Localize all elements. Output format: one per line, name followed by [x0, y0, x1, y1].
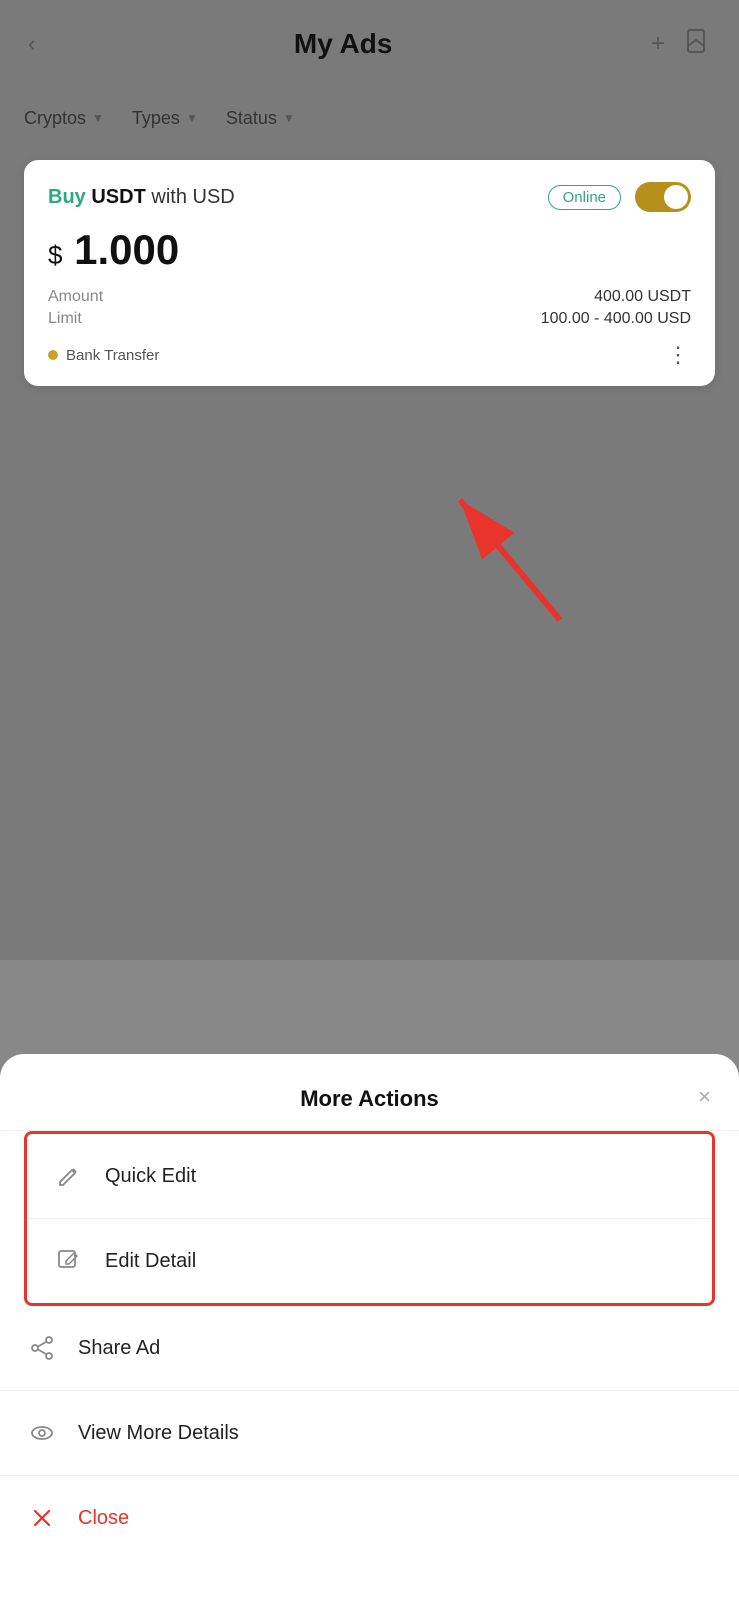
ad-price: $ 1.000	[48, 226, 691, 274]
quick-edit-label: Quick Edit	[105, 1165, 196, 1188]
share-ad-button[interactable]: Share Ad	[0, 1306, 739, 1391]
page-title: My Ads	[294, 28, 393, 60]
limit-value: 100.00 - 400.00 USD	[541, 310, 691, 328]
price-symbol: $	[48, 240, 62, 270]
close-label: Close	[78, 1507, 129, 1530]
settings-icon[interactable]	[685, 28, 711, 61]
amount-value: 400.00 USDT	[594, 288, 691, 306]
ad-toggle[interactable]	[635, 182, 691, 212]
limit-label: Limit	[48, 310, 82, 328]
ad-card-header: Buy USDT with USD Online	[48, 182, 691, 212]
toggle-knob	[664, 185, 688, 209]
close-sheet-button[interactable]: ×	[698, 1084, 711, 1110]
chevron-down-icon: ▼	[283, 111, 295, 125]
share-ad-label: Share Ad	[78, 1337, 160, 1360]
price-value: 1.000	[74, 226, 179, 273]
ad-title: Buy USDT with USD	[48, 186, 235, 209]
nav-bar: ‹ My Ads +	[0, 0, 739, 88]
ad-footer: Bank Transfer ⋮	[48, 342, 691, 368]
filter-status-label: Status	[226, 108, 277, 129]
ad-card: Buy USDT with USD Online $ 1.000 Amount …	[24, 160, 715, 386]
filter-types[interactable]: Types ▼	[132, 108, 198, 129]
payment-method: Bank Transfer	[48, 347, 159, 364]
limit-row: Limit 100.00 - 400.00 USD	[48, 310, 691, 328]
edit-detail-label: Edit Detail	[105, 1250, 196, 1273]
pencil-edit-icon	[55, 1162, 83, 1190]
highlighted-actions-box: Quick Edit Edit Detail	[24, 1131, 715, 1306]
payment-label: Bank Transfer	[66, 347, 159, 364]
edit-detail-button[interactable]: Edit Detail	[27, 1219, 712, 1303]
filter-types-label: Types	[132, 108, 180, 129]
close-button[interactable]: Close	[0, 1476, 739, 1560]
view-details-label: View More Details	[78, 1422, 239, 1445]
x-circle-icon	[28, 1504, 56, 1532]
ad-details: Amount 400.00 USDT Limit 100.00 - 400.00…	[48, 288, 691, 328]
filter-bar: Cryptos ▼ Types ▼ Status ▼	[0, 88, 739, 148]
chevron-down-icon: ▼	[186, 111, 198, 125]
ad-header-right: Online	[548, 182, 691, 212]
add-icon[interactable]: +	[651, 30, 665, 58]
ad-with: with USD	[151, 186, 234, 208]
nav-actions: +	[651, 28, 711, 61]
back-button[interactable]: ‹	[28, 31, 35, 57]
chevron-down-icon: ▼	[92, 111, 104, 125]
bottom-sheet: More Actions × Quick Edit Edit Detail	[0, 1054, 739, 1600]
ad-buy-label: Buy	[48, 186, 86, 208]
amount-row: Amount 400.00 USDT	[48, 288, 691, 306]
amount-label: Amount	[48, 288, 103, 306]
status-badge: Online	[548, 185, 621, 210]
filter-cryptos-label: Cryptos	[24, 108, 86, 129]
more-actions-button[interactable]: ⋮	[667, 342, 691, 368]
edit-box-icon	[55, 1247, 83, 1275]
share-icon	[28, 1334, 56, 1362]
sheet-title: More Actions	[300, 1086, 439, 1112]
ad-coin: USDT	[91, 186, 145, 208]
quick-edit-button[interactable]: Quick Edit	[27, 1134, 712, 1219]
eye-icon	[28, 1419, 56, 1447]
payment-dot	[48, 350, 58, 360]
filter-status[interactable]: Status ▼	[226, 108, 295, 129]
sheet-header: More Actions ×	[0, 1054, 739, 1131]
filter-cryptos[interactable]: Cryptos ▼	[24, 108, 104, 129]
view-details-button[interactable]: View More Details	[0, 1391, 739, 1475]
